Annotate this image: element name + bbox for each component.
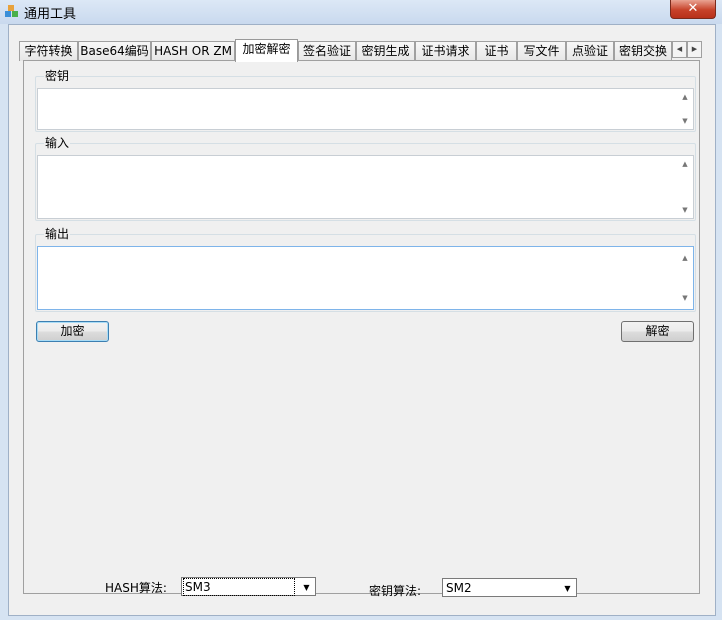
tab-cert-request[interactable]: 证书请求 [415, 41, 476, 61]
key-algo-select[interactable]: SM2 ▼ [442, 578, 577, 597]
tab-label: 点验证 [571, 44, 608, 58]
scroll-up-icon[interactable]: ▲ [680, 93, 690, 101]
scroll-up-icon[interactable]: ▲ [680, 254, 690, 262]
output-scrollbar[interactable]: ▲ ▼ [677, 247, 693, 309]
input-group: 输入 ▲ ▼ [35, 136, 696, 221]
output-group-label: 输出 [44, 227, 71, 241]
key-scrollbar[interactable]: ▲ ▼ [677, 89, 693, 129]
tab-label: Base64编码 [80, 44, 149, 58]
chevron-right-icon: ▶ [691, 45, 698, 53]
tab-scroll-right-button[interactable]: ▶ [687, 41, 702, 58]
decrypt-button[interactable]: 解密 [621, 321, 694, 342]
tab-cert[interactable]: 证书 [476, 41, 517, 61]
close-button[interactable]: ✕ [670, 0, 716, 19]
chevron-left-icon: ◀ [676, 45, 683, 53]
tab-label: 密钥交换 [618, 44, 667, 58]
input-textarea[interactable]: ▲ ▼ [37, 155, 694, 219]
scroll-down-icon[interactable]: ▼ [680, 117, 690, 125]
tab-char-convert[interactable]: 字符转换 [19, 41, 78, 61]
window-title: 通用工具 [24, 7, 77, 22]
encrypt-button[interactable]: 加密 [36, 321, 109, 342]
key-algo-value: SM2 [446, 581, 472, 595]
tab-write-file[interactable]: 写文件 [517, 41, 566, 61]
hash-algo-value: SM3 [183, 578, 295, 596]
key-textarea[interactable]: ▲ ▼ [37, 88, 694, 130]
tab-key-exchange[interactable]: 密钥交换 [614, 41, 672, 61]
tab-label: 签名验证 [302, 44, 351, 58]
tab-sign-verify[interactable]: 签名验证 [298, 41, 356, 61]
input-group-label: 输入 [44, 136, 71, 150]
tab-label: 密钥生成 [361, 44, 410, 58]
tab-key-gen[interactable]: 密钥生成 [356, 41, 415, 61]
tab-label: 证书 [484, 44, 509, 58]
chevron-down-icon: ▼ [564, 584, 571, 593]
tab-label: 证书请求 [421, 44, 470, 58]
key-group-label: 密钥 [44, 69, 71, 83]
tab-label: 写文件 [523, 44, 560, 58]
output-textarea[interactable]: ▲ ▼ [37, 246, 694, 310]
encrypt-decrypt-panel: 密钥 ▲ ▼ 输入 ▲ ▼ 输出 ▲ ▼ 加密 解密 [23, 60, 700, 594]
tab-encrypt-decrypt[interactable]: 加密解密 [235, 39, 298, 62]
tab-base64[interactable]: Base64编码 [78, 41, 151, 61]
key-algo-label: 密钥算法: [369, 584, 422, 598]
tab-label: 字符转换 [24, 44, 73, 58]
hash-algo-select[interactable]: SM3 ▼ [181, 577, 316, 596]
window-client-area: 字符转换 Base64编码 HASH OR ZM 加密解密 签名验证 密钥生成 … [8, 24, 716, 616]
key-group: 密钥 ▲ ▼ [35, 69, 696, 132]
tab-point-verify[interactable]: 点验证 [566, 41, 614, 61]
input-scrollbar[interactable]: ▲ ▼ [677, 156, 693, 218]
output-group: 输出 ▲ ▼ [35, 227, 696, 312]
scroll-down-icon[interactable]: ▼ [680, 294, 690, 302]
tab-label: 加密解密 [242, 42, 291, 56]
scroll-up-icon[interactable]: ▲ [680, 160, 690, 168]
app-icon [5, 5, 18, 17]
chevron-down-icon: ▼ [303, 583, 310, 592]
tab-scroll-left-button[interactable]: ◀ [672, 41, 687, 58]
close-icon: ✕ [687, 1, 699, 16]
tab-strip: 字符转换 Base64编码 HASH OR ZM 加密解密 签名验证 密钥生成 … [19, 39, 709, 62]
title-bar: 通用工具 ✕ [0, 0, 722, 24]
tab-label: HASH OR ZM [154, 44, 232, 58]
scroll-down-icon[interactable]: ▼ [680, 206, 690, 214]
tab-hash[interactable]: HASH OR ZM [151, 41, 235, 61]
hash-algo-label: HASH算法: [105, 581, 167, 595]
